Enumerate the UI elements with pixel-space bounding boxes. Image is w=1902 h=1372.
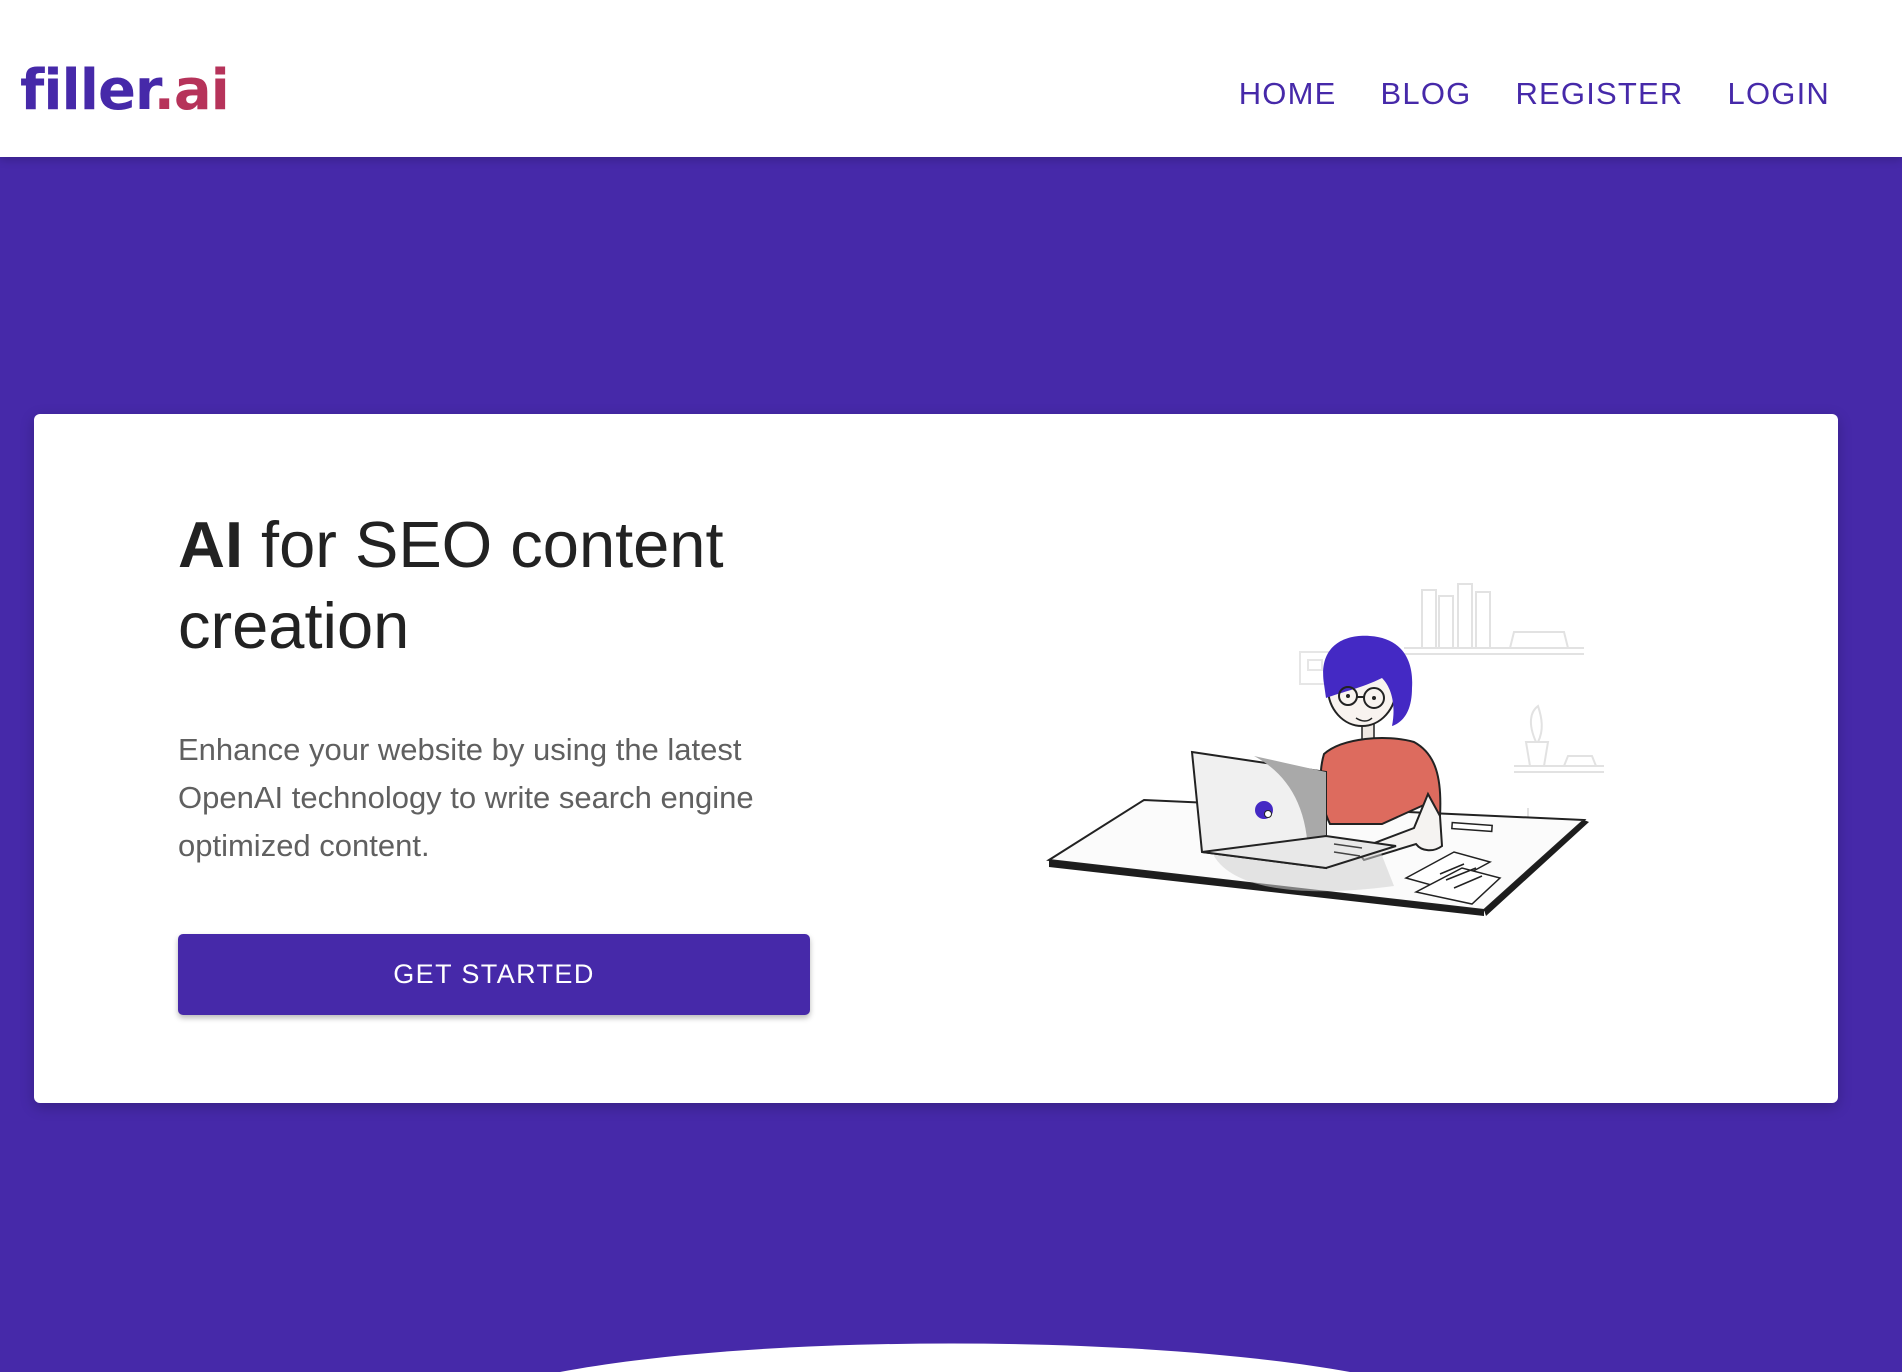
person-at-laptop-illustration bbox=[1046, 583, 1604, 916]
main-nav: HOME BLOG REGISTER LOGIN bbox=[1239, 70, 1830, 118]
nav-home-link[interactable]: HOME bbox=[1239, 70, 1337, 118]
wave-divider bbox=[560, 1343, 1350, 1372]
logo-tld: .ai bbox=[153, 58, 230, 123]
filler-ai-logo[interactable]: filler.ai bbox=[20, 56, 230, 126]
headline-rest: for SEO content creation bbox=[178, 508, 724, 662]
headline-strong: AI bbox=[178, 508, 243, 581]
logo-text: filler bbox=[20, 58, 155, 123]
nav-login-link[interactable]: LOGIN bbox=[1728, 70, 1830, 118]
bookshelf-decor bbox=[1404, 583, 1584, 655]
nav-register-link[interactable]: REGISTER bbox=[1515, 70, 1683, 118]
get-started-button[interactable]: GET STARTED bbox=[178, 934, 810, 1015]
nav-blog-link[interactable]: BLOG bbox=[1381, 70, 1472, 118]
hero-description: Enhance your website by using the latest… bbox=[178, 732, 754, 863]
hero-headline: AI for SEO content creation bbox=[178, 504, 878, 666]
top-navbar: filler.ai HOME BLOG REGISTER LOGIN bbox=[0, 0, 1902, 157]
hero-card: AI for SEO content creation Enhance your… bbox=[34, 414, 1838, 1103]
